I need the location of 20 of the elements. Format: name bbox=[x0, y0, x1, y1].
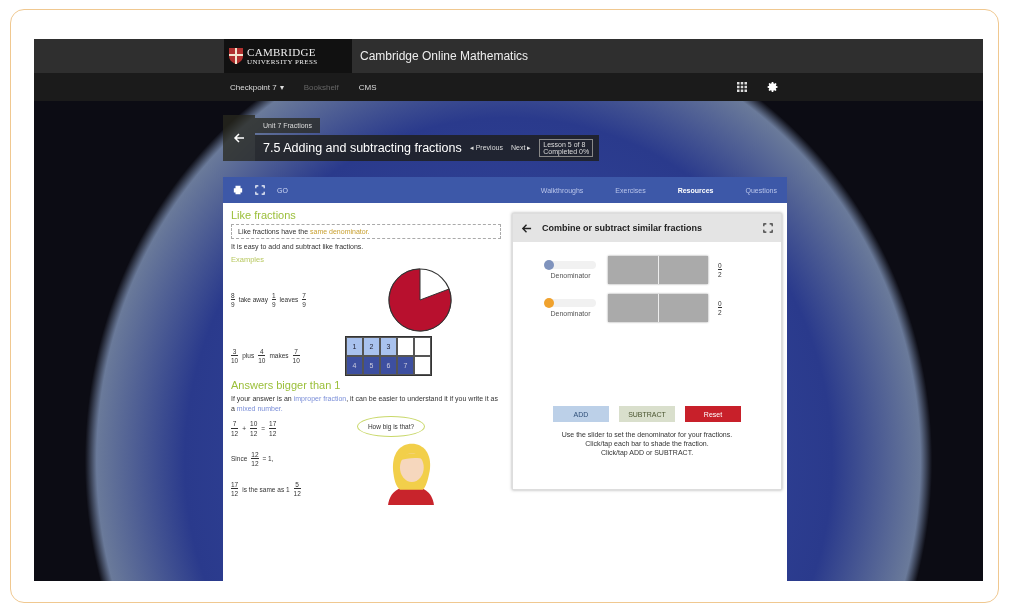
settings-icon[interactable] bbox=[767, 81, 779, 93]
back-button[interactable] bbox=[223, 115, 255, 161]
slider[interactable] bbox=[545, 261, 596, 269]
slider-thumb[interactable] bbox=[543, 298, 554, 308]
section-heading: Answers bigger than 1 bbox=[231, 378, 342, 391]
lesson-title: 7.5 Adding and subtracting fractions bbox=[263, 141, 462, 155]
apps-grid-icon[interactable] bbox=[737, 82, 747, 92]
logo-text: CAMBRIDGE bbox=[247, 46, 317, 58]
pie-chart-drawing bbox=[387, 266, 453, 333]
slider[interactable] bbox=[545, 299, 596, 307]
back-arrow-icon bbox=[233, 132, 245, 144]
app-title: Cambridge Online Mathematics bbox=[360, 49, 529, 63]
widget-title: Combine or subtract similar fractions bbox=[542, 223, 704, 233]
slider-thumb[interactable] bbox=[543, 260, 554, 270]
section-heading: Like fractions bbox=[231, 209, 297, 221]
nav-link[interactable]: Checkpoint 7 ▾ bbox=[230, 82, 284, 92]
back-arrow-icon[interactable] bbox=[521, 222, 532, 234]
nav-link[interactable]: CMS bbox=[358, 82, 377, 92]
shield-icon bbox=[229, 48, 243, 64]
fullscreen-icon[interactable] bbox=[763, 223, 773, 233]
